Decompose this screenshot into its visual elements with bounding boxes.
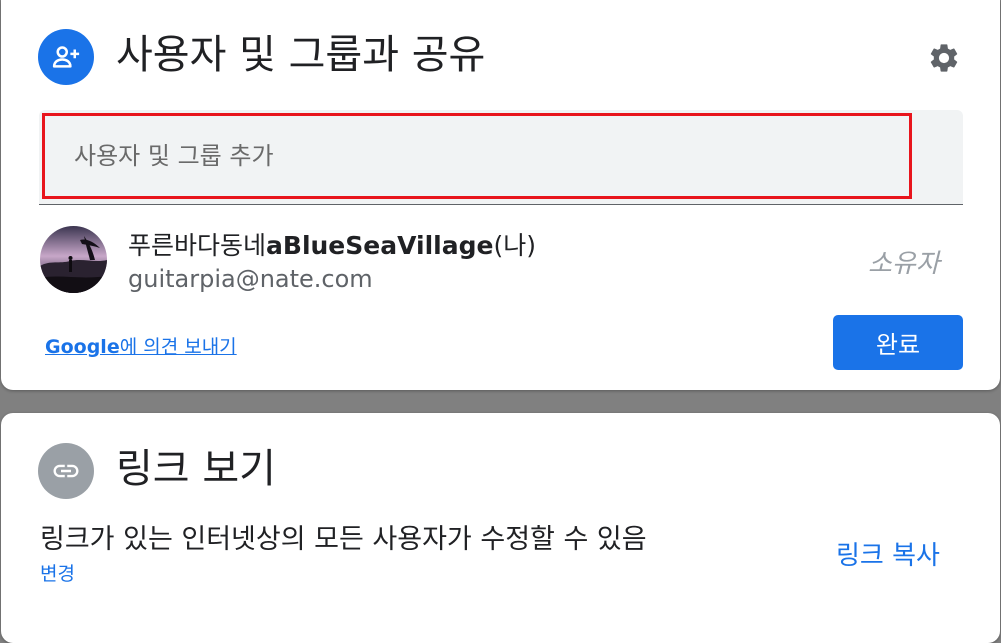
owner-name-prefix: 푸른바다동네 (128, 231, 267, 260)
link-dialog-title: 링크 보기 (116, 446, 276, 492)
link-icon (38, 443, 94, 499)
owner-name: 푸른바다동네aBlueSeaVillage(나) (128, 226, 536, 262)
add-people-input[interactable] (42, 113, 912, 199)
copy-link-button[interactable]: 링크 복사 (836, 535, 940, 572)
change-link-button[interactable]: 변경 (40, 559, 75, 586)
avatar (40, 226, 107, 293)
feedback-brand: Google (45, 336, 120, 358)
done-button[interactable]: 완료 (833, 315, 963, 370)
send-feedback-link[interactable]: Google에 의견 보내기 (45, 332, 237, 359)
gear-icon (930, 44, 958, 72)
person-add-icon (38, 29, 94, 85)
feedback-text: 에 의견 보내기 (119, 336, 237, 358)
share-dialog-title: 사용자 및 그룹과 공유 (116, 32, 486, 78)
owner-name-bold: aBlueSeaVillage (266, 231, 494, 260)
link-access-description: 링크가 있는 인터넷상의 모든 사용자가 수정할 수 있음 (40, 524, 647, 555)
owner-name-suffix: (나) (493, 231, 536, 260)
owner-role-label: 소유자 (868, 249, 940, 279)
owner-email: guitarpia@nate.com (128, 265, 373, 293)
settings-button[interactable] (924, 38, 964, 78)
add-people-field (39, 110, 963, 205)
